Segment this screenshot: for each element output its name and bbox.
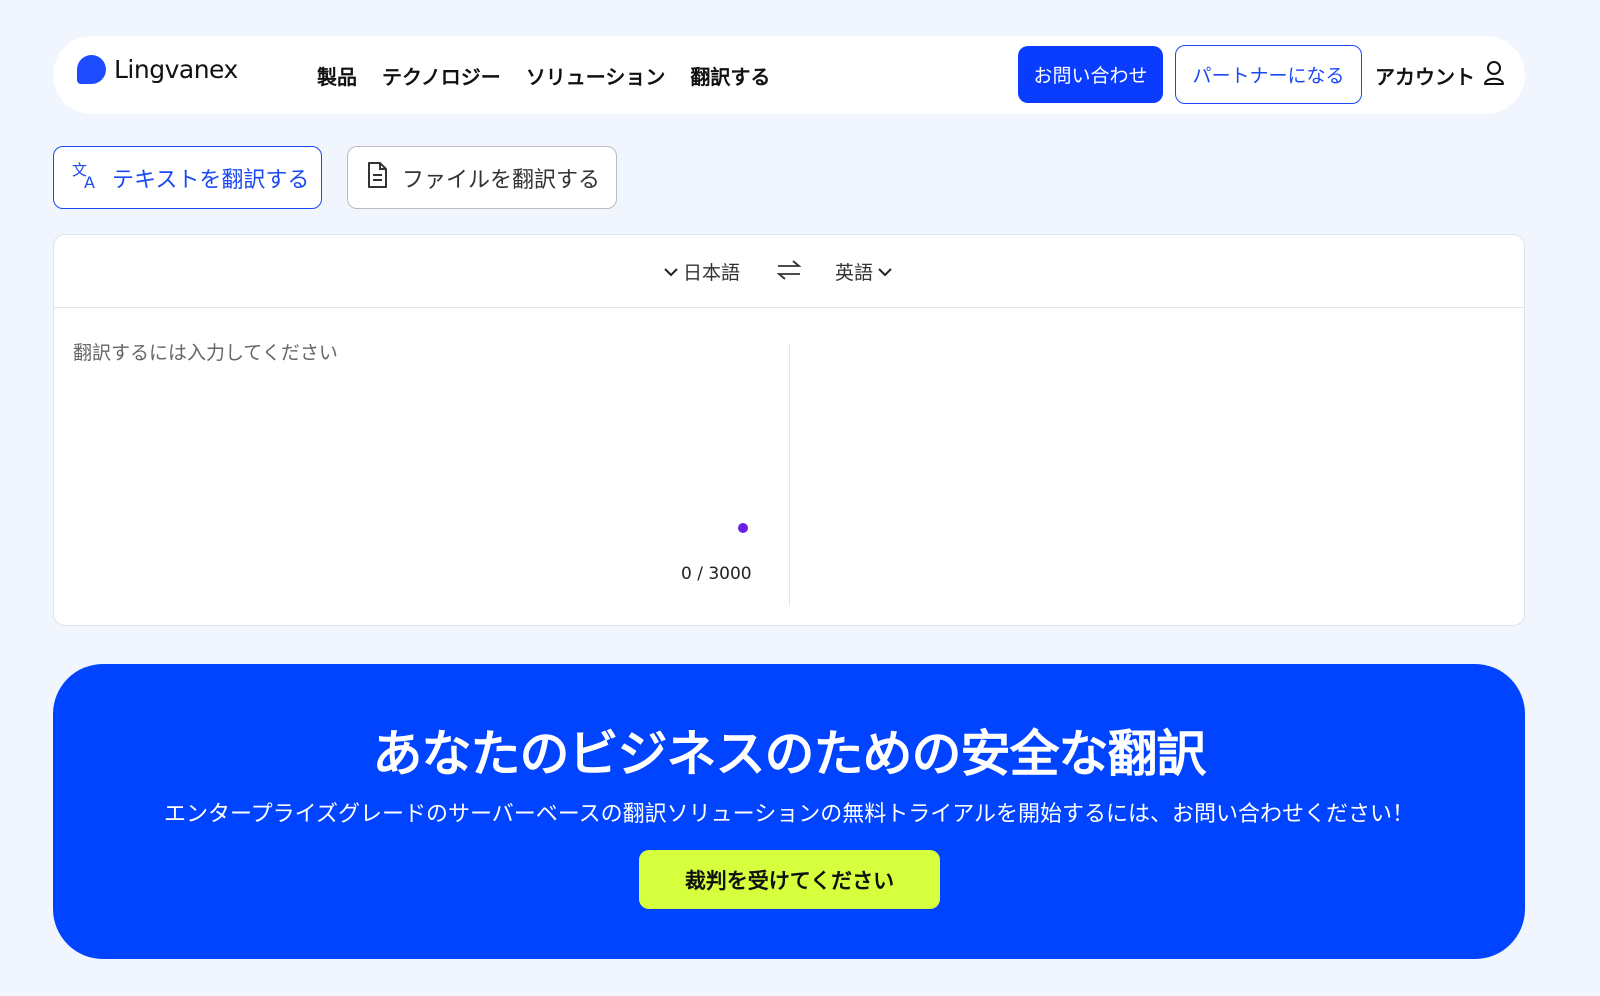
top-navbar: Lingvanex 製品 テクノロジー ソリューション 翻訳する お問い合わせ … <box>53 36 1525 114</box>
pane-divider <box>789 344 790 606</box>
contact-button[interactable]: お問い合わせ <box>1018 46 1163 103</box>
promo-banner: あなたのビジネスのための安全な翻訳 エンタープライズグレードのサーバーベースの翻… <box>53 664 1525 959</box>
swap-languages-button[interactable] <box>776 257 802 287</box>
trial-cta-button[interactable]: 裁判を受けてください <box>639 850 940 909</box>
page: Lingvanex 製品 テクノロジー ソリューション 翻訳する お問い合わせ … <box>0 0 1600 996</box>
logo[interactable]: Lingvanex <box>77 55 238 84</box>
nav-item-products[interactable]: 製品 <box>317 61 357 90</box>
source-language-label: 日本語 <box>683 262 741 284</box>
language-bar: 日本語 英語 <box>54 235 1524 308</box>
translate-icon: 文 A <box>70 160 100 196</box>
status-dot-icon <box>738 523 748 533</box>
svg-text:A: A <box>84 173 95 190</box>
source-language-select[interactable]: 日本語 <box>663 235 740 308</box>
user-icon <box>1483 60 1505 91</box>
promo-subtitle: エンタープライズグレードのサーバーベースの翻訳ソリューションの無料トライアルを開… <box>163 802 1415 827</box>
nav-item-solutions[interactable]: ソリューション <box>526 61 666 90</box>
logo-mark-icon <box>77 55 106 84</box>
main-nav: 製品 テクノロジー ソリューション 翻訳する <box>317 36 770 114</box>
target-language-select[interactable]: 英語 <box>835 235 893 308</box>
character-counter: 0 / 3000 <box>681 564 752 584</box>
tab-translate-file-label: ファイルを翻訳する <box>402 167 601 193</box>
tab-translate-file[interactable]: ファイルを翻訳する <box>347 146 617 209</box>
target-language-label: 英語 <box>835 262 874 284</box>
account-label: アカウント <box>1375 64 1475 89</box>
chevron-down-icon <box>663 261 679 283</box>
logo-text: Lingvanex <box>114 55 238 84</box>
nav-item-technology[interactable]: テクノロジー <box>382 61 501 90</box>
translation-panes: 0 / 3000 <box>54 308 1524 626</box>
translator-panel: 日本語 英語 0 / 3000 <box>53 234 1525 626</box>
tab-translate-text[interactable]: 文 A テキストを翻訳する <box>53 146 322 209</box>
chevron-down-icon <box>877 261 893 283</box>
document-icon <box>364 161 390 195</box>
account-menu[interactable]: アカウント <box>1375 36 1505 114</box>
swap-arrows-icon <box>776 260 802 287</box>
tab-translate-text-label: テキストを翻訳する <box>112 167 310 193</box>
source-text-input[interactable] <box>73 338 753 518</box>
nav-item-translate[interactable]: 翻訳する <box>690 61 770 90</box>
become-partner-button[interactable]: パートナーになる <box>1175 45 1362 104</box>
promo-title: あなたのビジネスのための安全な翻訳 <box>372 725 1207 783</box>
